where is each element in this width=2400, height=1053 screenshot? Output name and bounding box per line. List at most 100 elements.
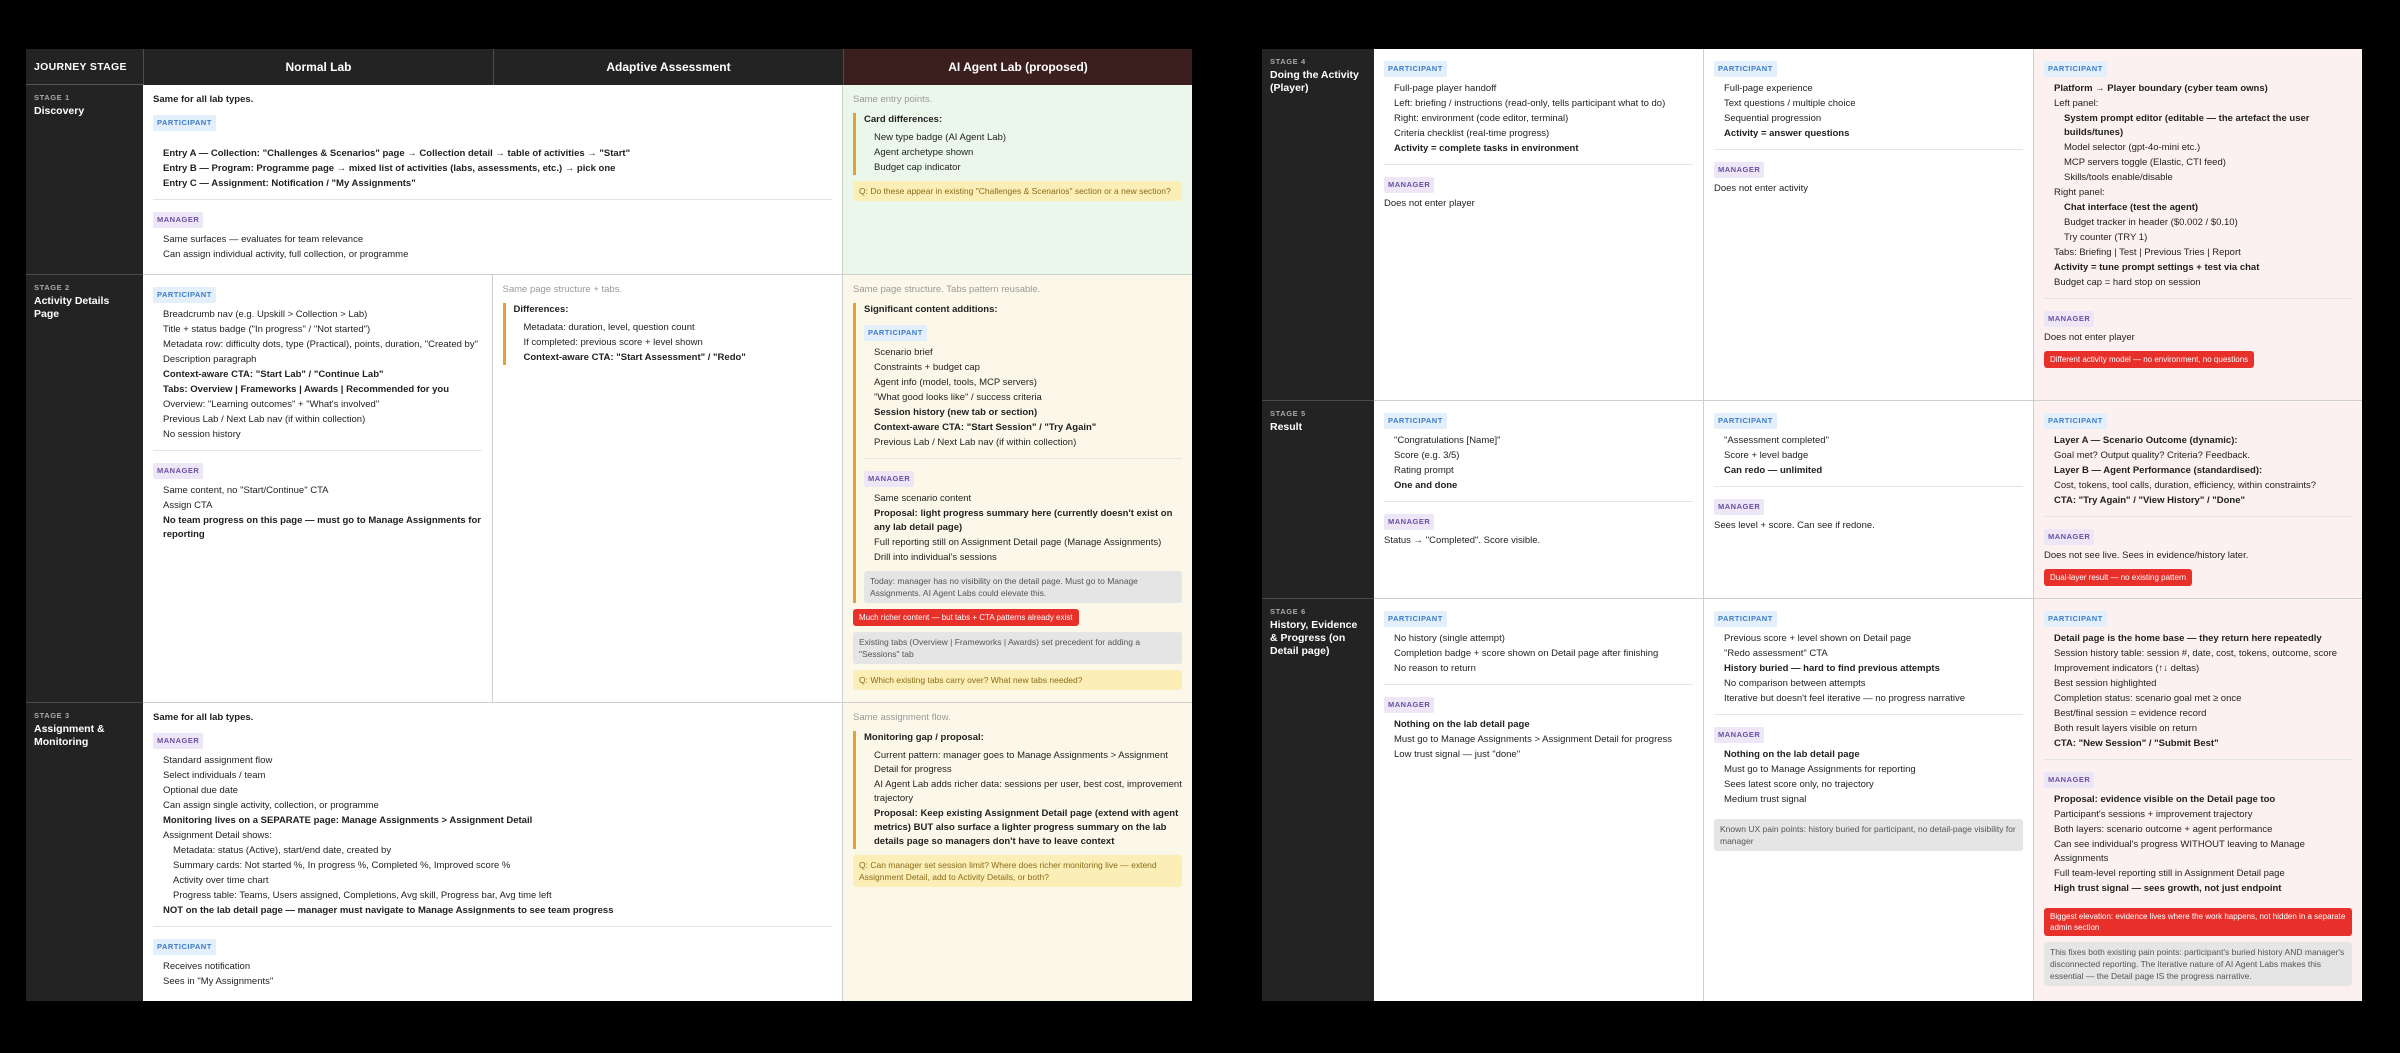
manager-text: Does not enter activity bbox=[1714, 183, 1808, 194]
list-item: Monitoring lives on a SEPARATE page: Man… bbox=[163, 815, 533, 826]
list-item: No session history bbox=[163, 429, 241, 440]
cell-intro: Same for all lab types. bbox=[153, 94, 254, 105]
participant-badge: PARTICIPANT bbox=[2044, 413, 2107, 429]
risk-callout: Dual-layer result — no existing pattern bbox=[2044, 569, 2193, 586]
manager-badge: MANAGER bbox=[153, 733, 204, 749]
stage-number: STAGE 6 bbox=[1270, 607, 1306, 616]
participant-items: "Congratulations [Name]" Score (e.g. 3/5… bbox=[1384, 434, 1693, 493]
list-item: Nothing on the lab detail page bbox=[1724, 749, 1860, 760]
list-item: Full reporting still on Assignment Detai… bbox=[874, 537, 1162, 548]
manager-badge: MANAGER bbox=[1384, 697, 1435, 713]
cell-s4-normal: PARTICIPANT Full-page player handoff Lef… bbox=[1374, 49, 1703, 401]
list-item: Left: briefing / instructions (read-only… bbox=[1394, 98, 1666, 109]
list-item: Agent info (model, tools, MCP servers) bbox=[874, 377, 1037, 388]
list-item: Scenario brief bbox=[874, 347, 933, 358]
list-item: Drill into individual's sessions bbox=[874, 552, 997, 563]
participant-items: Breadcrumb nav (e.g. Upskill > Collectio… bbox=[153, 308, 482, 442]
participant-items: Scenario brief Constraints + budget cap … bbox=[864, 346, 1182, 450]
content-additions-block: Significant content additions: PARTICIPA… bbox=[853, 303, 1182, 603]
list-item: Progress table: Teams, Users assigned, C… bbox=[173, 890, 552, 901]
cell-s5-adaptive: PARTICIPANT "Assessment completed" Score… bbox=[1704, 401, 2033, 599]
list-item: Session history (new tab or section) bbox=[874, 407, 1038, 418]
stage-title: Activity Details Page bbox=[34, 295, 110, 320]
participant-items: Full-page player handoff Left: briefing … bbox=[1384, 82, 1693, 156]
block-title: Card differences: bbox=[864, 114, 943, 125]
cell-s5-ai: PARTICIPANT Layer A — Scenario Outcome (… bbox=[2034, 401, 2362, 599]
risk-callout: Biggest elevation: evidence lives where … bbox=[2044, 908, 2352, 936]
list-item: Must go to Manage Assignments for report… bbox=[1724, 764, 1916, 775]
list-item: Metadata: status (Active), start/end dat… bbox=[173, 845, 392, 856]
column-header-ai-agent-lab: AI Agent Lab (proposed) bbox=[843, 49, 1192, 85]
cell-s1-ai: Same entry points. Card differences: New… bbox=[843, 85, 1192, 275]
list-item: Text questions / multiple choice bbox=[1724, 98, 1856, 109]
column-header-normal-lab: Normal Lab bbox=[143, 49, 493, 85]
list-item: Left panel: bbox=[2054, 98, 2099, 109]
cell-s3-ai: Same assignment flow. Monitoring gap / p… bbox=[843, 703, 1192, 1001]
list-item: Completion status: scenario goal met ≥ o… bbox=[2054, 693, 2242, 704]
list-item: Activity = complete tasks in environment bbox=[1394, 143, 1579, 154]
list-item: NOT on the lab detail page — manager mus… bbox=[163, 905, 614, 916]
cell-s6-normal: PARTICIPANT No history (single attempt) … bbox=[1374, 599, 1703, 1001]
list-item: Current pattern: manager goes to Manage … bbox=[874, 750, 1168, 775]
stage-3: STAGE 3 Assignment & Monitoring bbox=[26, 703, 143, 1001]
list-item: Try counter (TRY 1) bbox=[2064, 232, 2148, 243]
column-header-adaptive-assessment: Adaptive Assessment bbox=[493, 49, 843, 85]
participant-items: No history (single attempt) Completion b… bbox=[1384, 632, 1693, 676]
participant-badge: PARTICIPANT bbox=[1714, 413, 1777, 429]
participant-badge: PARTICIPANT bbox=[153, 287, 216, 303]
manager-items: Same scenario content Proposal: light pr… bbox=[864, 492, 1182, 565]
list-item: Agent archetype shown bbox=[874, 147, 974, 158]
cell-s2-adaptive: Same page structure + tabs. Differences:… bbox=[493, 275, 843, 702]
manager-badge: MANAGER bbox=[2044, 311, 2095, 327]
cell-s3-normal-adaptive: Same for all lab types. MANAGER Standard… bbox=[143, 703, 842, 1001]
journey-board-right: STAGE 4 Doing the Activity (Player) STAG… bbox=[1262, 49, 2362, 1001]
list-item: Context-aware CTA: "Start Session" / "Tr… bbox=[874, 422, 1097, 433]
list-item: Must go to Manage Assignments > Assignme… bbox=[1394, 734, 1673, 745]
stage-title: Assignment & Monitoring bbox=[34, 723, 105, 748]
stage-title: Result bbox=[1270, 421, 1303, 433]
list-item: Score (e.g. 3/5) bbox=[1394, 450, 1460, 461]
manager-text: Does not enter player bbox=[2044, 332, 2135, 343]
list-item: Same surfaces — evaluates for team relev… bbox=[163, 234, 364, 245]
participant-badge: PARTICIPANT bbox=[1384, 611, 1447, 627]
list-item: Entry C — Assignment: Notification / "My… bbox=[163, 178, 416, 189]
cell-s2-normal: PARTICIPANT Breadcrumb nav (e.g. Upskill… bbox=[143, 275, 493, 702]
participant-badge: PARTICIPANT bbox=[2044, 61, 2107, 77]
list-item: AI Agent Lab adds richer data: sessions … bbox=[874, 779, 1182, 804]
list-item: Budget cap = hard stop on session bbox=[2054, 277, 2201, 288]
stage-4: STAGE 4 Doing the Activity (Player) bbox=[1262, 49, 1374, 401]
list-item: Score + level badge bbox=[1724, 450, 1809, 461]
list-item: Description paragraph bbox=[163, 354, 257, 365]
difference-items: New type badge (AI Agent Lab) Agent arch… bbox=[864, 131, 1182, 175]
difference-items: Metadata: duration, level, question coun… bbox=[514, 321, 833, 365]
list-item: Cost, tokens, tool calls, duration, effi… bbox=[2054, 480, 2317, 491]
participant-items: "Assessment completed" Score + level bad… bbox=[1714, 434, 2023, 478]
list-item: New type badge (AI Agent Lab) bbox=[874, 132, 1007, 143]
list-item: Best/final session = evidence record bbox=[2054, 708, 2207, 719]
list-item: Budget cap indicator bbox=[874, 162, 961, 173]
list-item: Session history table: session #, date, … bbox=[2054, 648, 2338, 659]
block-title: Monitoring gap / proposal: bbox=[864, 732, 984, 743]
list-item: Detail page is the home base — they retu… bbox=[2054, 633, 2322, 644]
stage-5: STAGE 5 Result bbox=[1262, 401, 1374, 599]
column-ai-agent-lab: PARTICIPANT Platform → Player boundary (… bbox=[2034, 49, 2362, 1001]
list-item: Entry B — Program: Programme page → mixe… bbox=[163, 163, 616, 174]
list-item: Right panel: bbox=[2054, 187, 2105, 198]
cell-intro: Same page structure + tabs. bbox=[502, 284, 623, 295]
list-item: Platform → Player boundary (cyber team o… bbox=[2054, 83, 2268, 94]
list-item: Proposal: Keep existing Assignment Detai… bbox=[874, 808, 1179, 847]
cell-s4-ai: PARTICIPANT Platform → Player boundary (… bbox=[2034, 49, 2362, 401]
list-item: Can assign single activity, collection, … bbox=[163, 800, 379, 811]
participant-items: Entry A — Collection: "Challenges & Scen… bbox=[153, 147, 832, 191]
list-item: Proposal: evidence visible on the Detail… bbox=[2054, 794, 2276, 805]
risk-callout: Much richer content — but tabs + CTA pat… bbox=[853, 609, 1079, 626]
list-item: Breadcrumb nav (e.g. Upskill > Collectio… bbox=[163, 309, 368, 320]
list-item: "What good looks like" / success criteri… bbox=[874, 392, 1042, 403]
list-item: Overview: "Learning outcomes" + "What's … bbox=[163, 399, 380, 410]
risk-callout: Different activity model — no environmen… bbox=[2044, 351, 2255, 368]
manager-badge: MANAGER bbox=[153, 212, 204, 228]
journey-board-left: JOURNEY STAGE STAGE 1 Discovery STAGE 2 … bbox=[26, 49, 1192, 1001]
manager-items: Nothing on the lab detail page Must go t… bbox=[1714, 748, 2023, 807]
list-item: Can redo — unlimited bbox=[1724, 465, 1823, 476]
cell-intro: Same page structure. Tabs pattern reusab… bbox=[853, 284, 1041, 295]
